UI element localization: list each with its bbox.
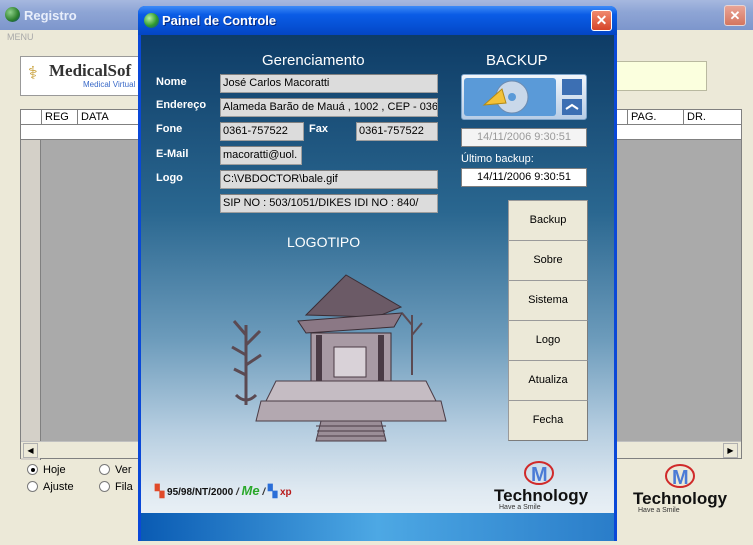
sobre-button[interactable]: Sobre xyxy=(508,240,588,281)
svg-text:Technology: Technology xyxy=(633,489,728,508)
grid-row-header xyxy=(21,110,41,460)
registro-close-button[interactable]: ✕ xyxy=(724,5,746,26)
column-header-reg[interactable]: REG xyxy=(41,110,77,125)
logotipo-label: LOGOTIPO xyxy=(287,234,361,250)
email-label: E-Mail xyxy=(156,148,189,160)
backup-icon[interactable] xyxy=(461,74,587,120)
svg-text:Have a Smile: Have a Smile xyxy=(638,507,680,514)
svg-text:Have a Smile: Have a Smile xyxy=(499,504,541,511)
windows-flag-icon: ▚ xyxy=(155,484,165,498)
globe-icon xyxy=(5,7,20,22)
pavilion-logo-image xyxy=(231,274,447,442)
globe-icon xyxy=(144,13,159,28)
dialog-body: Gerenciamento BACKUP Nome José Carlos Ma… xyxy=(141,35,614,541)
fax-field[interactable]: 0361-757522 xyxy=(356,122,438,141)
sip-field[interactable]: SIP NO : 503/1051/DIKES IDI NO : 840/ xyxy=(220,194,438,213)
dialog-title: Painel de Controle xyxy=(162,13,277,28)
scroll-right-icon[interactable]: ▶ xyxy=(723,443,738,458)
dialog-close-button[interactable]: ✕ xyxy=(591,10,612,31)
radio-icon[interactable] xyxy=(27,481,38,492)
control-panel-dialog: Painel de Controle ✕ Gerenciamento BACKU… xyxy=(138,6,617,541)
os-versions-text: 95/98/NT/2000 xyxy=(167,487,234,498)
name-label: Nome xyxy=(156,76,187,88)
svg-text:Technology: Technology xyxy=(494,486,589,505)
radio-ver[interactable]: Ver xyxy=(99,464,132,476)
address-field[interactable]: Alameda Barão de Mauá , 1002 , CEP - 036 xyxy=(220,98,438,117)
logo-subtitle: Medical Virtual xyxy=(83,80,136,89)
medicalsoft-logo: ⚕ MedicalSof Medical Virtual xyxy=(20,56,140,96)
column-header-dr[interactable]: DR. xyxy=(683,110,741,125)
last-backup-label: Último backup: xyxy=(461,153,534,165)
column-header-pag[interactable]: PAG. xyxy=(627,110,683,125)
technology-logo: M Technology Have a Smile xyxy=(632,462,732,517)
logo-text: MedicalSof xyxy=(49,61,132,80)
os-compatibility: ▚ 95/98/NT/2000 / Me / ▚ xp xyxy=(155,483,292,498)
backup-heading: BACKUP xyxy=(486,52,548,69)
radio-icon[interactable] xyxy=(99,464,110,475)
xp-text: xp xyxy=(279,487,292,498)
dialog-bottom-band xyxy=(141,513,614,541)
phone-label: Fone xyxy=(156,123,183,135)
atualiza-button[interactable]: Atualiza xyxy=(508,360,588,401)
scroll-left-icon[interactable]: ◀ xyxy=(23,443,38,458)
svg-text:M: M xyxy=(531,464,548,486)
backup-date-field: 14/11/2006 9:30:51 xyxy=(461,128,587,147)
technology-logo-graphic: M Technology Have a Smile xyxy=(633,464,728,514)
svg-text:M: M xyxy=(672,467,689,489)
column-header-data[interactable]: DATA xyxy=(77,110,141,125)
phone-field[interactable]: 0361-757522 xyxy=(220,122,304,141)
backup-button[interactable]: Backup xyxy=(508,200,588,241)
dialog-titlebar[interactable]: Painel de Controle ✕ xyxy=(138,6,617,35)
radio-fila[interactable]: Fila xyxy=(99,481,133,493)
address-label: Endereço xyxy=(156,99,207,111)
fecha-button[interactable]: Fecha xyxy=(508,400,588,441)
radio-selected-icon[interactable] xyxy=(27,464,38,475)
cd-backup-icon xyxy=(464,78,582,116)
caduceus-icon: ⚕ xyxy=(28,63,38,83)
radio-ajuste[interactable]: Ajuste xyxy=(27,481,74,493)
fax-label: Fax xyxy=(309,123,328,135)
info-field[interactable] xyxy=(615,61,707,91)
me-text: Me xyxy=(241,483,260,498)
logo-path-field[interactable]: C:\VBDOCTOR\bale.gif xyxy=(220,170,438,189)
radio-hoje[interactable]: Hoje xyxy=(27,464,66,476)
xp-flag-icon: ▚ xyxy=(267,484,278,498)
management-heading: Gerenciamento xyxy=(262,52,365,69)
radio-icon[interactable] xyxy=(99,481,110,492)
technology-logo: M Technology Have a Smile xyxy=(493,459,593,514)
registro-title: Registro xyxy=(24,8,77,23)
logo-button[interactable]: Logo xyxy=(508,320,588,361)
email-field[interactable]: macoratti@uol. xyxy=(220,146,302,165)
name-field[interactable]: José Carlos Macoratti xyxy=(220,74,438,93)
technology-logo-graphic: M Technology Have a Smile xyxy=(494,461,589,511)
logo-label: Logo xyxy=(156,172,183,184)
sistema-button[interactable]: Sistema xyxy=(508,280,588,321)
last-backup-field: 14/11/2006 9:30:51 xyxy=(461,168,587,187)
